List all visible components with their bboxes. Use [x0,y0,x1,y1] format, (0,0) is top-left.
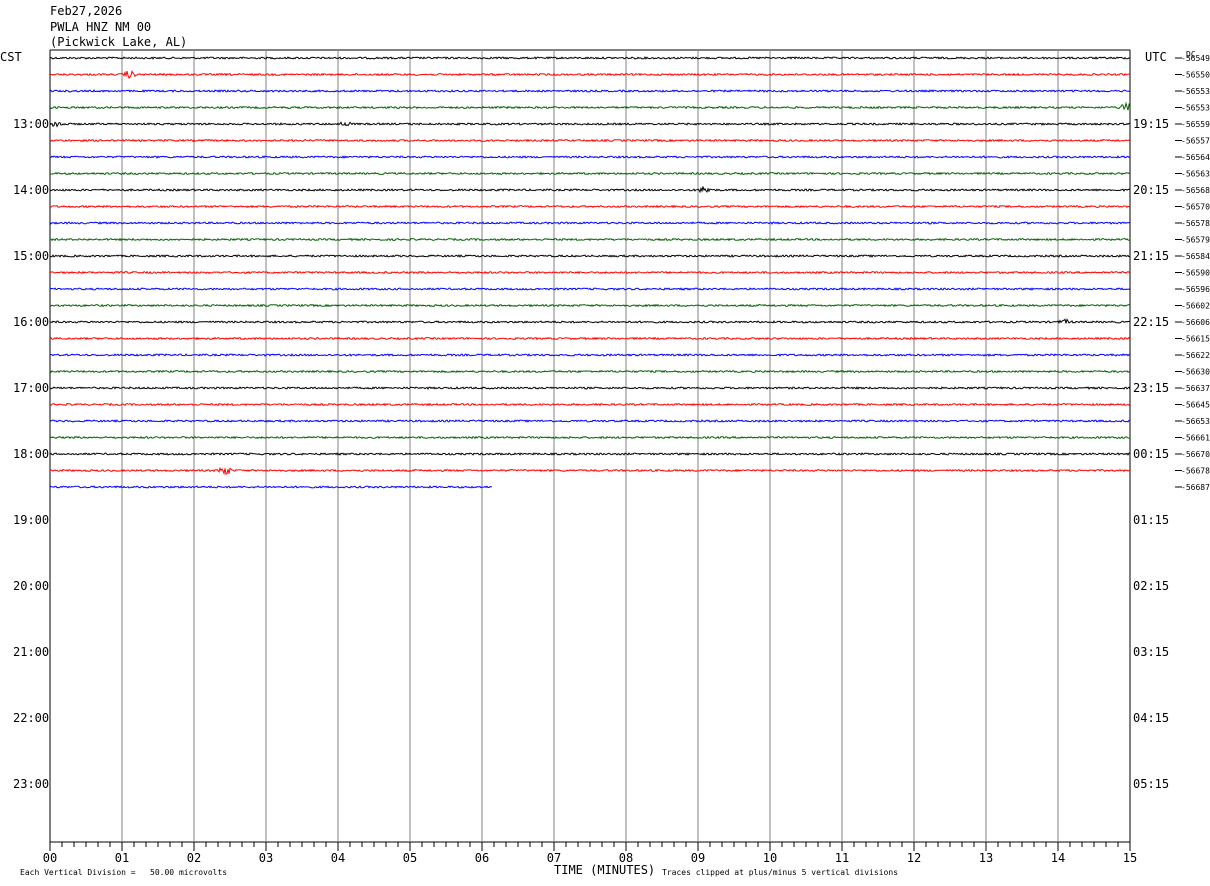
seismic-trace [49,204,1131,209]
dc-value-label: -56557 [1181,137,1210,146]
dc-value-label: -56550 [1181,71,1210,80]
x-tick-label: 03 [259,851,273,865]
dc-value-label: -56570 [1181,203,1210,212]
left-hour-label: 23:00 [13,777,49,791]
x-tick-label: 11 [835,851,849,865]
right-hour-label: 02:15 [1133,579,1169,593]
seismic-trace [49,303,1131,308]
seismic-trace [50,254,1131,258]
seismic-trace [49,419,1131,423]
right-hour-label: 23:15 [1133,381,1169,395]
seismic-trace [49,369,1131,374]
x-tick-label: 00 [43,851,57,865]
x-tick-label: 09 [691,851,705,865]
dc-value-label: -56549 [1181,54,1210,63]
right-hour-label: 20:15 [1133,183,1169,197]
dc-value-label: -56687 [1181,483,1210,492]
x-tick-label: 06 [475,851,489,865]
x-tick-label: 15 [1123,851,1137,865]
dc-value-label: -56568 [1181,186,1210,195]
x-tick-label: 02 [187,851,201,865]
dc-value-label: -56622 [1181,351,1210,360]
x-tick-label: 13 [979,851,993,865]
left-hour-label: 13:00 [13,117,49,131]
dc-value-label: -56645 [1181,401,1210,410]
right-hour-label: 01:15 [1133,513,1169,527]
dc-value-label: -56637 [1181,384,1210,393]
seismic-trace [49,155,1131,159]
dc-value-label: -56578 [1181,219,1210,228]
x-tick-label: 05 [403,851,417,865]
dc-value-label: -56584 [1181,252,1210,261]
seismic-trace [49,186,1130,194]
seismic-trace [49,336,1131,341]
seismic-trace [49,89,1131,93]
left-hour-label: 19:00 [13,513,49,527]
seismic-trace [49,138,1131,143]
seismic-trace [49,485,493,489]
scale-note: Each Vertical Division = 50.00 microvolt… [20,868,228,877]
seismogram-plot: 00 01 02 03 04 05 06 07 08 09 10 11 12 13 14 1513:0014:… [13,49,1210,865]
seismic-trace [49,287,1131,291]
x-tick-label: 01 [115,851,129,865]
seismic-trace [49,435,1131,440]
dc-value-label: -56630 [1181,368,1210,377]
dc-value-label: -56602 [1181,302,1210,311]
clip-note: Traces clipped at plus/minus 5 vertical … [662,868,899,877]
seismic-trace [49,121,1131,128]
dc-value-label: -56606 [1181,318,1210,327]
seismic-trace [49,386,1131,390]
right-hour-label: 05:15 [1133,777,1169,791]
left-hour-label: 20:00 [13,579,49,593]
seismic-trace [49,466,1131,476]
left-hour-label: 17:00 [13,381,49,395]
left-hour-label: 21:00 [13,645,49,659]
left-hour-label: 16:00 [13,315,49,329]
seismic-trace [49,402,1131,407]
right-hour-label: 19:15 [1133,117,1169,131]
seismic-trace [49,270,1131,275]
right-hour-label: 22:15 [1133,315,1169,329]
seismic-trace [49,452,1131,456]
left-hour-label: 14:00 [13,183,49,197]
left-hour-label: 18:00 [13,447,49,461]
dc-value-label: -56615 [1181,335,1210,344]
seismic-trace [49,221,1131,225]
right-hour-label: 04:15 [1133,711,1169,725]
dc-value-label: -56596 [1181,285,1210,294]
x-tick-label: 10 [763,851,777,865]
seismic-trace [49,318,1131,324]
dc-value-label: -56661 [1181,434,1210,443]
dc-value-label: -56563 [1181,170,1210,179]
x-tick-label: 04 [331,851,345,865]
x-tick-label: 12 [907,851,921,865]
dc-value-label: -56670 [1181,450,1210,459]
x-tick-label: 14 [1051,851,1065,865]
right-hour-label: 03:15 [1133,645,1169,659]
left-hour-label: 15:00 [13,249,49,263]
dc-value-label: -56579 [1181,236,1210,245]
seismic-trace [49,101,1131,111]
x-axis-label: TIME (MINUTES) [554,863,656,877]
left-hour-label: 22:00 [13,711,49,725]
dc-value-label: -56564 [1181,153,1210,162]
seismic-trace [49,69,1131,80]
seismic-trace [49,237,1131,242]
dc-value-label: -56678 [1181,467,1210,476]
seismic-trace [49,171,1131,176]
dc-value-label: -56553 [1181,87,1210,96]
right-hour-label: 21:15 [1133,249,1169,263]
seismic-trace [49,353,1131,357]
dc-value-label: -56553 [1181,104,1210,113]
seismic-trace [49,56,1131,60]
dc-value-label: -56590 [1181,269,1210,278]
dc-value-label: -56559 [1181,120,1210,129]
right-hour-label: 00:15 [1133,447,1169,461]
dc-value-label: -56653 [1181,417,1210,426]
